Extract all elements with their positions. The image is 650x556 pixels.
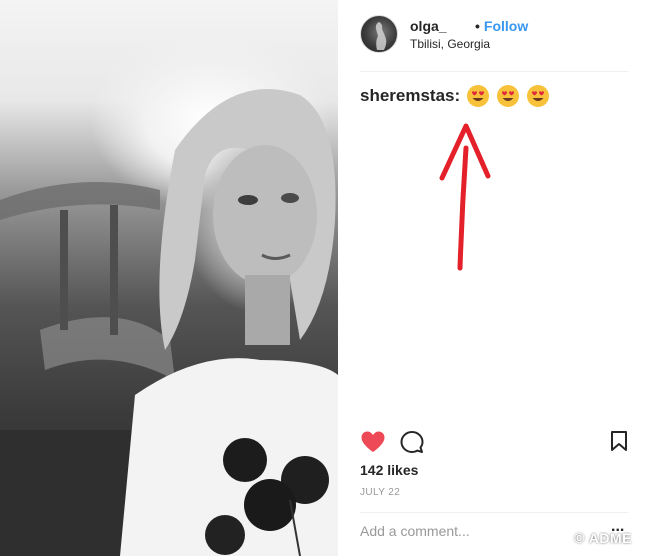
post-details-panel: olga_ • Follow Tbilisi, Georgia sheremsta… [338, 0, 650, 556]
follow-group: • Follow [475, 18, 528, 34]
follow-button[interactable]: Follow [484, 18, 528, 34]
comment-divider [360, 512, 628, 513]
heart-eyes-emoji-icon [497, 85, 520, 107]
heart-eyes-emoji-icon [527, 85, 550, 107]
watermark-text: © ADME [574, 530, 632, 546]
post-date: JULY 22 [360, 487, 401, 498]
header-divider [360, 71, 628, 72]
add-comment-input[interactable] [360, 522, 590, 540]
comment-bubble-icon[interactable] [400, 430, 424, 454]
post-header: olga_ • Follow Tbilisi, Georgia [360, 14, 635, 74]
likes-count[interactable]: 142 likes [360, 462, 418, 478]
username[interactable]: olga_ [410, 18, 447, 34]
heart-icon[interactable] [360, 430, 386, 454]
avatar-silhouette-icon [375, 22, 387, 50]
avatar[interactable] [360, 15, 398, 53]
caption-comment: sheremstas: [360, 84, 556, 108]
photo-illustration [0, 89, 338, 556]
post-photo [0, 0, 338, 556]
post-actions [360, 430, 628, 460]
heart-eyes-emoji-icon [467, 85, 490, 107]
comment-username[interactable]: sheremstas: [360, 86, 460, 106]
location-link[interactable]: Tbilisi, Georgia [410, 37, 490, 51]
comment-emojis [466, 84, 556, 108]
separator-dot: • [475, 18, 480, 34]
red-arrow-annotation-icon [439, 123, 491, 271]
bookmark-icon[interactable] [610, 430, 628, 452]
